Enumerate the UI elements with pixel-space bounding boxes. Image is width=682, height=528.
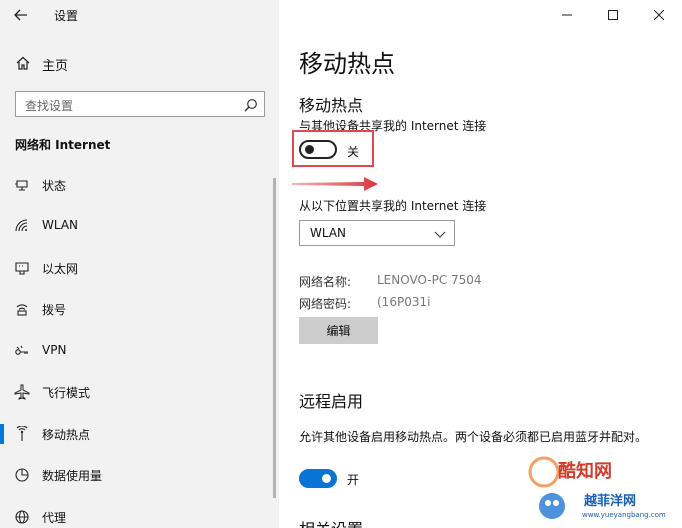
search-placeholder: 查找设置: [25, 99, 74, 113]
network-password-value: (16P031i: [377, 295, 431, 309]
sidebar-item-vpn[interactable]: VPN: [0, 334, 279, 368]
sidebar-item-airplane[interactable]: 飞行模式: [0, 375, 279, 409]
home-icon: [15, 55, 31, 71]
sidebar: 设置 主页 查找设置 网络和 Internet 状态 WLAN 以太网 拨号 V…: [0, 0, 279, 528]
back-button[interactable]: [6, 3, 36, 27]
annotation-arrow-icon: [292, 177, 378, 191]
sidebar-scrollbar[interactable]: [273, 178, 276, 498]
chevron-down-icon: [434, 231, 446, 238]
sidebar-item-label: 飞行模式: [42, 386, 91, 400]
toggle-knob: [322, 474, 331, 483]
ethernet-icon: [14, 260, 30, 276]
sidebar-item-label: 数据使用量: [42, 469, 103, 483]
hotspot-toggle[interactable]: [299, 140, 337, 159]
maximize-button[interactable]: [590, 0, 636, 30]
wifi-icon: [14, 218, 30, 234]
edit-button[interactable]: 编辑: [299, 317, 378, 344]
watermark-sub: 越菲洋网: [584, 494, 637, 509]
sidebar-item-status[interactable]: 状态: [0, 168, 279, 202]
sidebar-item-label: 以太网: [42, 262, 79, 276]
close-icon: [654, 10, 664, 20]
sidebar-item-data-usage[interactable]: 数据使用量: [0, 458, 279, 492]
share-from-label: 从以下位置共享我的 Internet 连接: [299, 199, 487, 213]
vpn-icon: [14, 343, 30, 359]
airplane-icon: [14, 384, 30, 400]
window-controls: [544, 0, 682, 30]
data-usage-icon: [14, 467, 30, 483]
sidebar-item-label: VPN: [42, 343, 67, 357]
network-name-value: LENOVO-PC 7504: [377, 273, 482, 287]
sidebar-item-label: 代理: [42, 511, 67, 525]
sidebar-item-ethernet[interactable]: 以太网: [0, 251, 279, 285]
active-indicator: [0, 424, 4, 444]
home-nav-item[interactable]: 主页: [0, 50, 279, 76]
titlebar-left: 设置: [0, 0, 279, 30]
watermark-url: www.yueyangbang.com: [582, 511, 666, 519]
maximize-icon: [608, 10, 618, 20]
network-name-label: 网络名称:: [299, 275, 352, 289]
status-icon: [14, 177, 30, 193]
home-label: 主页: [42, 59, 69, 74]
watermark-brand: 酷知网: [558, 461, 612, 482]
search-icon[interactable]: [244, 97, 258, 112]
hotspot-section-title: 移动热点: [299, 96, 364, 115]
sidebar-item-dialup[interactable]: 拨号: [0, 292, 279, 326]
minimize-icon: [562, 14, 572, 16]
share-from-dropdown[interactable]: WLAN: [299, 220, 455, 246]
section-heading: 网络和 Internet: [15, 138, 111, 152]
sidebar-item-label: 状态: [42, 179, 67, 193]
network-password-label: 网络密码:: [299, 297, 352, 311]
sidebar-item-label: 拨号: [42, 303, 67, 317]
globe-icon: [14, 509, 30, 525]
remote-toggle[interactable]: [299, 469, 337, 488]
sidebar-item-label: WLAN: [42, 218, 79, 232]
dropdown-value: WLAN: [310, 226, 347, 240]
dialup-icon: [14, 301, 30, 317]
page-title: 移动热点: [299, 50, 395, 78]
related-settings-heading: 相关设置: [299, 516, 363, 528]
sidebar-item-hotspot[interactable]: 移动热点: [0, 417, 279, 451]
remote-description: 允许其他设备启用移动热点。两个设备必须都已启用蓝牙并配对。: [299, 430, 648, 444]
sidebar-item-proxy[interactable]: 代理: [0, 500, 279, 528]
close-button[interactable]: [636, 0, 682, 30]
remote-toggle-state: 开: [347, 473, 360, 487]
toggle-knob: [305, 145, 314, 154]
hotspot-toggle-state: 关: [347, 145, 360, 159]
minimize-button[interactable]: [544, 0, 590, 30]
sidebar-item-wlan[interactable]: WLAN: [0, 209, 279, 243]
app-title: 设置: [54, 9, 79, 23]
remote-section-title: 远程启用: [299, 392, 364, 411]
sidebar-item-label: 移动热点: [42, 428, 91, 442]
hotspot-icon: [14, 426, 30, 442]
search-input[interactable]: 查找设置: [15, 91, 265, 117]
back-arrow-icon: [14, 9, 27, 21]
